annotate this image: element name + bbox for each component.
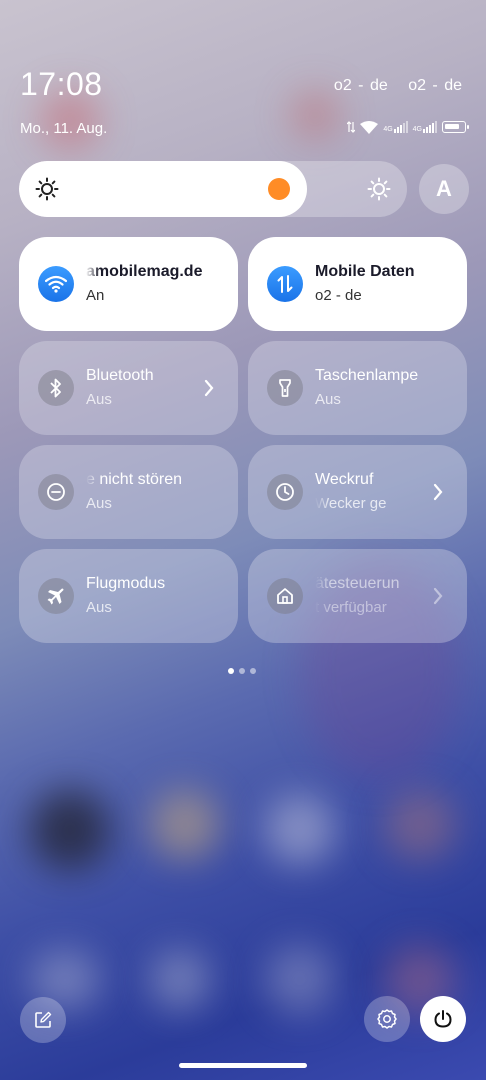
carrier-labels: o2 - de o2 - de (320, 77, 462, 95)
battery-icon (442, 121, 469, 133)
page-dot-3[interactable] (250, 668, 256, 674)
tile-alarm[interactable]: Weckruf Wecker ge (248, 445, 467, 539)
gear-icon (377, 1009, 397, 1029)
tile-device-controls[interactable]: ätesteuerun t verfügbar (248, 549, 467, 643)
tile-flashlight-title: Taschenlampe (315, 367, 419, 384)
power-icon (434, 1010, 452, 1028)
tile-airplane-mode-title: Flugmodus (86, 575, 166, 592)
tile-mobile-data-title: Mobile Daten (315, 263, 415, 280)
edit-tiles-button[interactable] (20, 997, 66, 1043)
tile-airplane-mode-subtitle: Aus (86, 599, 112, 616)
carrier-2: o2 - de (408, 77, 462, 94)
wifi-status-icon (360, 120, 379, 134)
tile-alarm-subtitle: Wecker ge (315, 495, 387, 512)
signal-2-icon: 4G (413, 121, 437, 133)
tile-do-not-disturb-title: e nicht stören (86, 471, 183, 488)
wifi-icon (38, 266, 74, 302)
flashlight-icon (267, 370, 303, 406)
tile-flashlight[interactable]: Taschenlampe Aus (248, 341, 467, 435)
edit-icon (35, 1011, 52, 1028)
tile-do-not-disturb-subtitle: Aus (86, 495, 112, 512)
tile-device-controls-subtitle: t verfügbar (315, 599, 387, 616)
page-dot-1[interactable] (228, 668, 234, 674)
chevron-right-icon[interactable] (431, 481, 445, 503)
page-dot-2[interactable] (239, 668, 245, 674)
power-button[interactable] (420, 996, 466, 1042)
settings-button[interactable] (364, 996, 410, 1042)
date-label: Mo., 11. Aug. (20, 120, 108, 137)
tile-wifi-title: amobilemag.de (86, 263, 203, 280)
signal-1-icon: 4G (383, 121, 408, 133)
brightness-slider[interactable] (19, 161, 407, 217)
tile-bluetooth-subtitle: Aus (86, 391, 112, 408)
chevron-right-icon[interactable] (202, 377, 216, 399)
carrier-1: o2 - de (333, 77, 388, 94)
mobile-data-icon (267, 266, 303, 302)
tile-do-not-disturb[interactable]: e nicht stören Aus (19, 445, 238, 539)
do-not-disturb-icon (38, 474, 74, 510)
airplane-icon (38, 578, 74, 614)
bluetooth-icon (38, 370, 74, 406)
status-bar: 17:08 Mo., 11. Aug. o2 - de o2 - de 4G 4… (0, 0, 486, 150)
brightness-low-icon (35, 177, 59, 201)
system-icons: 4G 4G (347, 119, 469, 135)
auto-brightness-button[interactable]: A (419, 164, 469, 214)
tile-wifi-subtitle: An (86, 287, 105, 304)
brightness-fill (19, 161, 308, 217)
tile-wifi[interactable]: amobilemag.de An (19, 237, 238, 331)
tile-mobile-data[interactable]: Mobile Daten o2 - de (248, 237, 467, 331)
tile-flashlight-subtitle: Aus (315, 391, 341, 408)
tile-bluetooth[interactable]: Bluetooth Aus (19, 341, 238, 435)
page-indicator (228, 668, 256, 674)
data-activity-icon (347, 121, 356, 133)
clock-time: 17:08 (20, 66, 103, 102)
chevron-right-icon[interactable] (431, 585, 445, 607)
home-indicator[interactable] (179, 1063, 307, 1068)
tile-mobile-data-subtitle: o2 - de (315, 287, 362, 304)
tile-airplane-mode[interactable]: Flugmodus Aus (19, 549, 238, 643)
brightness-high-icon (367, 177, 391, 201)
clock-icon (267, 474, 303, 510)
home-icon (267, 578, 303, 614)
